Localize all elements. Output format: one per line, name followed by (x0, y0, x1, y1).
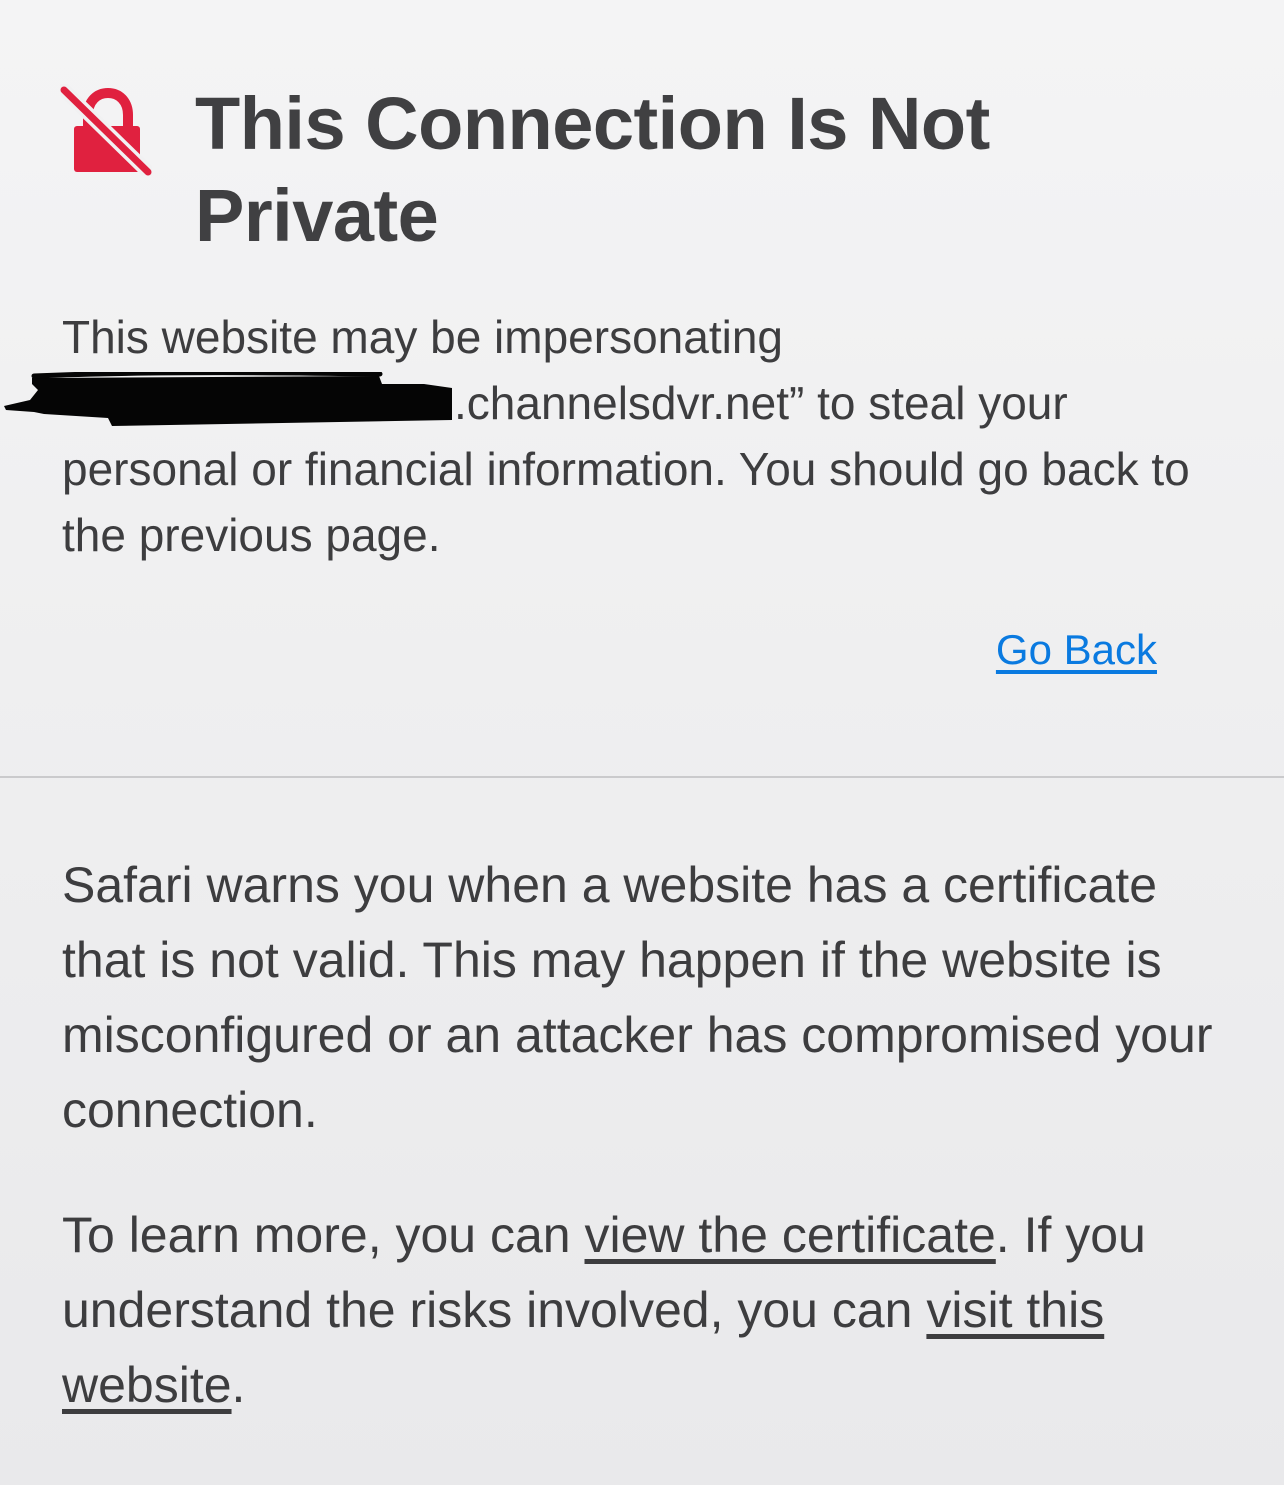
go-back-link[interactable]: Go Back (996, 622, 1157, 678)
redaction-mark (4, 372, 452, 426)
page-title: This Connection Is Not Private (195, 82, 990, 257)
view-certificate-link[interactable]: view the certificate (585, 1207, 996, 1263)
learn-more-prefix: To learn more, you can (62, 1207, 571, 1263)
warning-message: This website may be impersonating .chann… (62, 304, 1212, 568)
certificate-explanation: Safari warns you when a website has a ce… (62, 857, 1213, 1138)
learn-more-suffix: . (231, 1357, 246, 1413)
warning-message-start: This website may be impersonating (62, 311, 783, 363)
broken-lock-icon (60, 84, 152, 176)
section-divider (0, 776, 1284, 778)
certificate-warning-page: This Connection Is Not Private This webs… (0, 0, 1284, 1485)
learn-more-text: To learn more, you can view the certific… (62, 1198, 1232, 1423)
